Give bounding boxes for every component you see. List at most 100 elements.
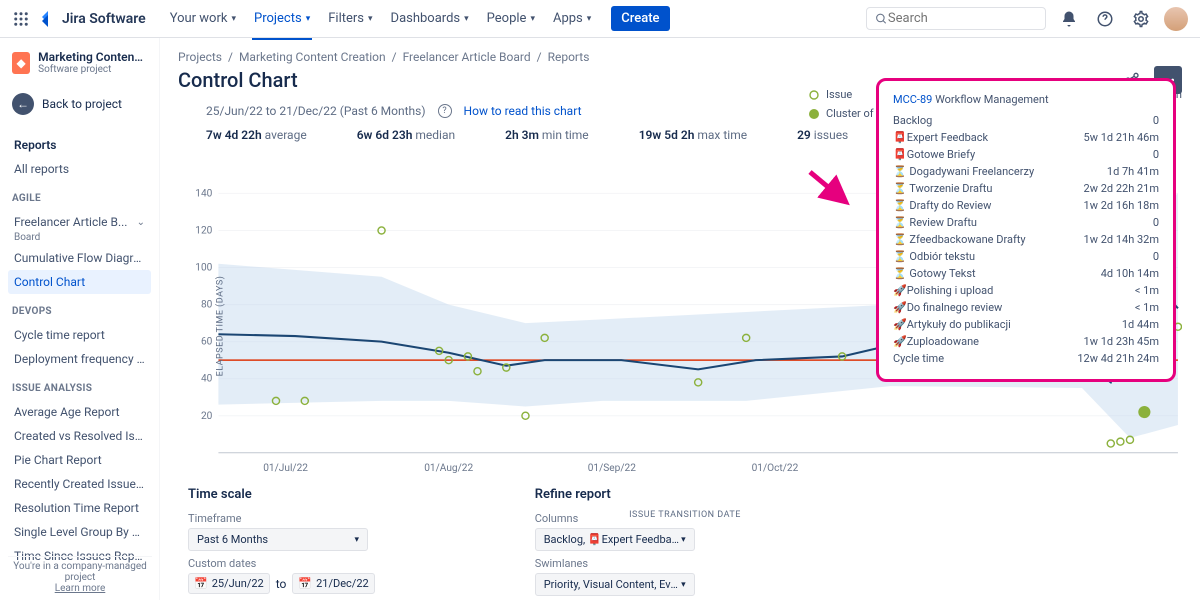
swimlanes-label: Swimlanes [535,557,695,570]
sidebar-item[interactable]: Freelancer Article B...⌄ [8,210,151,234]
back-label: Back to project [42,97,122,111]
timescale-heading: Time scale [188,487,375,502]
app-switcher-icon[interactable] [12,10,30,28]
help-icon[interactable] [1092,6,1118,32]
issue-tooltip: MCC-89 Workflow Management Backlog0📮Expe… [876,78,1176,382]
sidebar-section-devops: DEVOPS [8,302,151,321]
tooltip-row: ⏳ Dogadywani Freelancerzy1d 7h 41m [893,163,1159,180]
page-title: Control Chart [178,68,298,92]
tooltip-row: ⏳ Gotowy Tekst4d 10h 14m [893,265,1159,282]
jira-logo[interactable]: Jira Software [40,11,146,27]
how-to-read-link[interactable]: How to read this chart [464,104,582,118]
project-icon: ◆ [12,52,30,74]
back-to-project[interactable]: ← Back to project [8,89,151,119]
sidebar-item[interactable]: Control Chart [8,270,151,294]
breadcrumb-link[interactable]: Projects [178,50,222,64]
reports-heading: Reports [8,133,151,157]
tooltip-row: 🚀Artykuły do publikacji1d 44m [893,316,1159,333]
sidebar: ◆ Marketing Content Cre... Software proj… [0,38,160,600]
tooltip-row: 🚀Do finalnego review< 1m [893,299,1159,316]
sidebar-item[interactable]: Cumulative Flow Diagram [8,246,151,270]
timeframe-select[interactable]: Past 6 Months▾ [188,528,368,551]
sidebar-item[interactable]: Created vs Resolved Issues ... [8,424,151,448]
stat: 2h 3m min time [505,128,589,142]
customdates-label: Custom dates [188,557,375,570]
search-icon [875,12,888,26]
svg-text:01/Jul/22: 01/Jul/22 [263,463,308,474]
nav-item-dashboards[interactable]: Dashboards ▾ [383,5,477,32]
columns-label: Columns [535,512,695,525]
sidebar-item[interactable]: Cycle time report [8,323,151,347]
sidebar-item[interactable]: Average Age Report [8,400,151,424]
from-date-input[interactable]: 📅25/Jun/22 [188,573,270,594]
all-reports[interactable]: All reports [8,157,151,181]
breadcrumb-link[interactable]: Reports [548,50,590,64]
sidebar-item[interactable]: Resolution Time Report [8,496,151,520]
breadcrumb-link[interactable]: Marketing Content Creation [239,50,386,64]
tooltip-row: ⏳ Zfeedbackowane Drafty1w 2d 14h 32m [893,231,1159,248]
tooltip-issue-key[interactable]: MCC-89 [893,93,932,106]
stat: 6w 6d 23h median [357,128,455,142]
project-name: Marketing Content Cre... [38,50,147,64]
sidebar-section-agile: AGILE [8,189,151,208]
svg-text:80: 80 [201,300,213,311]
legend-issue: Issue [826,88,852,101]
tooltip-row: Backlog0 [893,112,1159,129]
to-word: to [276,577,287,591]
project-header[interactable]: ◆ Marketing Content Cre... Software proj… [8,50,151,75]
tooltip-row: ⏳ Drafty do Review1w 2d 16h 18m [893,197,1159,214]
report-controls: Time scale Timeframe Past 6 Months▾ Cust… [188,487,1182,596]
nav-item-apps[interactable]: Apps ▾ [545,5,599,32]
tooltip-row: ⏳ Tworzenie Draftu2w 2d 22h 21m [893,180,1159,197]
svg-text:01/Sep/22: 01/Sep/22 [588,463,636,474]
nav-item-people[interactable]: People ▾ [479,5,543,32]
svg-text:01/Aug/22: 01/Aug/22 [424,463,473,474]
swimlanes-select[interactable]: Priority, Visual Content, Ever...▾ [535,573,695,596]
sidebar-item[interactable]: Recently Created Issues Re... [8,472,151,496]
stat: 19w 5d 2h max time [639,128,747,142]
svg-text:140: 140 [195,188,212,199]
info-icon[interactable]: ? [438,104,452,118]
sidebar-section-issue analysis: ISSUE ANALYSIS [8,379,151,398]
tooltip-row: ⏳ Odbiór tekstu0 [893,248,1159,265]
nav-item-filters[interactable]: Filters ▾ [320,5,380,32]
tooltip-row: Cycle time12w 4d 21h 24m [893,350,1159,367]
to-date-input[interactable]: 📅21/Dec/22 [292,573,374,594]
nav-item-your-work[interactable]: Your work ▾ [162,5,244,32]
sidebar-item[interactable]: Pie Chart Report [8,448,151,472]
nav-item-projects[interactable]: Projects ▾ [246,5,318,32]
svg-text:60: 60 [201,337,213,348]
svg-text:40: 40 [201,374,213,385]
y-axis-label: ELAPSED TIME (DAYS) [215,276,225,377]
date-range-text: 25/Jun/22 to 21/Dec/22 (Past 6 Months) [206,104,426,118]
search-input[interactable] [888,11,1037,26]
tooltip-row: 🚀Polishing i upload< 1m [893,282,1159,299]
stat: 7w 4d 22h average [206,128,307,142]
breadcrumb-link[interactable]: Freelancer Article Board [403,50,531,64]
annotation-arrow [806,168,856,208]
tooltip-summary: Workflow Management [935,93,1049,106]
stat: 29 issues [797,128,848,142]
columns-select[interactable]: Backlog, 📮Expert Feedback,...▾ [535,528,695,551]
sidebar-item[interactable]: Deployment frequency rep... [8,347,151,371]
tooltip-row: 🚀Zuploadowane1w 1d 23h 45m [893,333,1159,350]
top-nav: Jira Software Your work ▾Projects ▾Filte… [0,0,1200,38]
breadcrumb: Projects/Marketing Content Creation/Free… [178,50,1182,64]
sidebar-sublabel: Board [8,232,151,243]
project-type: Software project [38,64,147,75]
tooltip-row: 📮Expert Feedback5w 1d 21h 46m [893,129,1159,146]
settings-icon[interactable] [1128,6,1154,32]
tooltip-row: 📮Gotowe Briefy0 [893,146,1159,163]
notifications-icon[interactable] [1056,6,1082,32]
brand-text: Jira Software [62,11,146,27]
back-arrow-icon: ← [12,93,34,115]
search-box[interactable] [866,7,1046,30]
learn-more-link[interactable]: Learn more [8,583,152,594]
avatar[interactable] [1164,7,1188,31]
content-area: Projects/Marketing Content Creation/Free… [160,38,1200,600]
timeframe-label: Timeframe [188,512,375,525]
nav-items: Your work ▾Projects ▾Filters ▾Dashboards… [162,5,600,32]
sidebar-item[interactable]: Single Level Group By Report [8,520,151,544]
svg-text:20: 20 [201,411,213,422]
create-button[interactable]: Create [611,6,669,31]
